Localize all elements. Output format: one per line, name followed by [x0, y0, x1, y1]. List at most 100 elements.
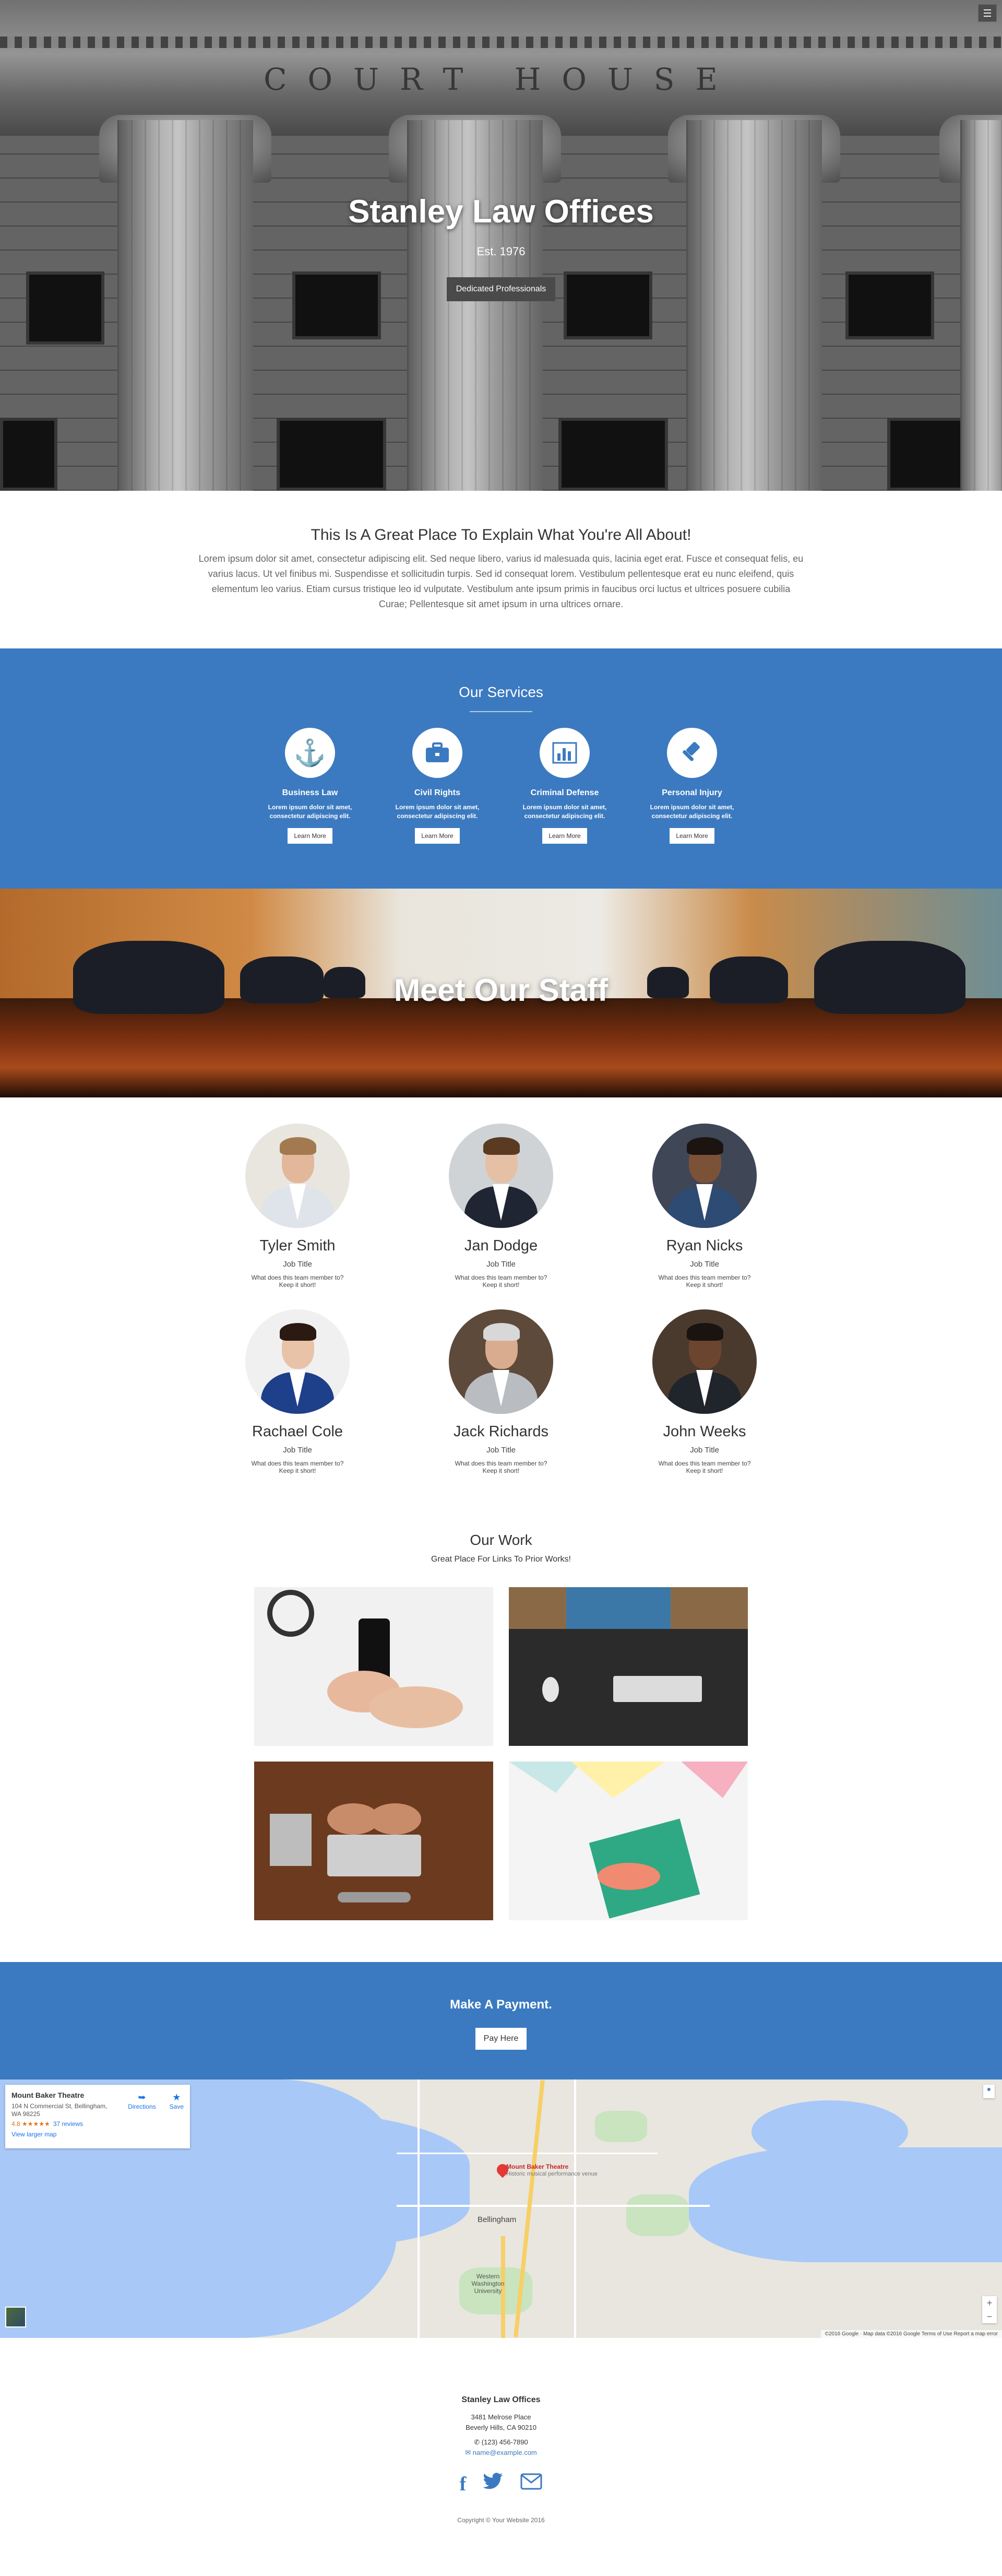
staff-bio: What does this team member to? Keep it s…	[658, 1274, 751, 1289]
staff-bio: What does this team member to? Keep it s…	[455, 1460, 547, 1474]
footer-address: 3481 Melrose Place Beverly Hills, CA 902…	[466, 2413, 536, 2431]
staff-name: Ryan Nicks	[666, 1237, 743, 1254]
learn-more-button[interactable]: Learn More	[670, 828, 714, 844]
work-heading: Our Work	[470, 1532, 532, 1548]
zoom-in-button[interactable]: +	[982, 2296, 997, 2310]
payment-section: Make A Payment. Pay Here	[0, 1962, 1002, 2079]
hero-content: Stanley Law Offices Est. 1976 Dedicated …	[0, 193, 1002, 301]
work-item-desk-keyboard[interactable]	[509, 1587, 748, 1746]
service-business-law: ⚓ Business Law Lorem ipsum dolor sit ame…	[263, 728, 357, 844]
learn-more-button[interactable]: Learn More	[542, 828, 587, 844]
service-text: Lorem ipsum dolor sit amet, consectetur …	[522, 803, 607, 820]
star-icon: ★	[172, 2092, 181, 2102]
staff-bio: What does this team member to? Keep it s…	[658, 1460, 751, 1474]
facebook-icon[interactable]: f	[460, 2473, 467, 2496]
envelope-icon: ✉	[465, 2449, 473, 2456]
hamburger-icon	[984, 16, 991, 17]
place-address: 104 N Commercial St, Bellingham, WA 9822…	[11, 2102, 108, 2118]
view-larger-map-link[interactable]: View larger map	[11, 2131, 184, 2138]
map-street	[397, 2205, 710, 2207]
map-attribution: ©2016 Google · Map data ©2016 Google Ter…	[820, 2330, 1002, 2338]
zoom-control: + −	[982, 2296, 997, 2323]
avatar	[449, 1124, 553, 1228]
email-icon[interactable]	[520, 2473, 542, 2496]
intro-heading: This Is A Great Place To Explain What Yo…	[311, 526, 691, 543]
staff-role: Job Title	[486, 1446, 516, 1455]
learn-more-button[interactable]: Learn More	[288, 828, 332, 844]
directions-button[interactable]: ➥ Directions	[128, 2092, 156, 2110]
social-links: f	[0, 2473, 1002, 2496]
twitter-icon[interactable]	[483, 2473, 504, 2496]
service-text: Lorem ipsum dolor sit amet, consectetur …	[650, 803, 734, 820]
service-title: Personal Injury	[662, 788, 722, 797]
staff-section: Tyler Smith Job Title What does this tea…	[0, 1097, 1002, 1511]
staff-member: Jack Richards Job Title What does this t…	[449, 1309, 553, 1474]
anchor-icon: ⚓	[285, 728, 335, 778]
service-title: Civil Rights	[414, 788, 460, 797]
map-park	[626, 2194, 689, 2236]
work-item-phone[interactable]	[254, 1587, 493, 1746]
footer-company-name: Stanley Law Offices	[461, 2395, 541, 2404]
map-embed[interactable]: Mount Baker Theatre Historic musical per…	[0, 2079, 1002, 2338]
work-grid	[0, 1587, 1002, 1920]
map-pin-label: Mount Baker Theatre Historic musical per…	[506, 2163, 598, 2177]
satellite-toggle[interactable]	[5, 2307, 26, 2327]
services-heading: Our Services	[459, 684, 543, 700]
service-criminal-defense: Criminal Defense Lorem ipsum dolor sit a…	[518, 728, 612, 844]
place-card: Mount Baker Theatre 104 N Commercial St,…	[5, 2085, 190, 2148]
service-grid: ⚓ Business Law Lorem ipsum dolor sit ame…	[0, 728, 1002, 844]
pay-here-button[interactable]: Pay Here	[475, 2028, 527, 2050]
staff-bio: What does this team member to? Keep it s…	[455, 1274, 547, 1289]
avatar	[449, 1309, 553, 1414]
staff-role: Job Title	[283, 1446, 312, 1455]
learn-more-button[interactable]: Learn More	[415, 828, 460, 844]
staff-name: Jack Richards	[453, 1423, 549, 1440]
service-civil-rights: Civil Rights Lorem ipsum dolor sit amet,…	[390, 728, 484, 844]
map-university-label: Western Washington University	[471, 2273, 505, 2295]
staff-role: Job Title	[690, 1446, 719, 1455]
staff-member: Rachael Cole Job Title What does this te…	[245, 1309, 350, 1474]
work-item-typing[interactable]	[254, 1762, 493, 1920]
staff-role: Job Title	[283, 1260, 312, 1269]
footer-phone: ✆ (123) 456-7890	[474, 2438, 528, 2446]
street-view-icon[interactable]: ●	[983, 2085, 995, 2098]
bar-chart-icon	[540, 728, 590, 778]
zoom-out-button[interactable]: −	[982, 2310, 997, 2323]
footer-email-link[interactable]: ✉ name@example.com	[0, 2449, 1002, 2457]
staff-name: Rachael Cole	[252, 1423, 343, 1440]
services-section: Our Services ⚓ Business Law Lorem ipsum …	[0, 648, 1002, 889]
menu-toggle-button[interactable]	[978, 4, 997, 22]
staff-member: John Weeks Job Title What does this team…	[652, 1309, 757, 1474]
map-water	[689, 2147, 1002, 2262]
staff-bio: What does this team member to? Keep it s…	[251, 1460, 344, 1474]
avatar	[652, 1309, 757, 1414]
hamburger-icon	[984, 9, 991, 10]
reviews-link[interactable]: 37 reviews	[53, 2120, 83, 2128]
intro-body: Lorem ipsum dolor sit amet, consectetur …	[198, 553, 804, 609]
work-section: Our Work Great Place For Links To Prior …	[0, 1511, 1002, 1962]
service-text: Lorem ipsum dolor sit amet, consectetur …	[395, 803, 480, 820]
intro-section: This Is A Great Place To Explain What Yo…	[0, 491, 1002, 648]
service-title: Business Law	[282, 788, 338, 797]
phone-icon: ✆	[474, 2438, 482, 2446]
staff-role: Job Title	[690, 1260, 719, 1269]
work-subheading: Great Place For Links To Prior Works!	[431, 1555, 571, 1564]
staff-member: Jan Dodge Job Title What does this team …	[449, 1124, 553, 1289]
site-title: Stanley Law Offices	[348, 194, 654, 230]
dedicated-professionals-button[interactable]: Dedicated Professionals	[446, 277, 556, 301]
directions-icon: ➥	[138, 2092, 146, 2102]
payment-heading: Make A Payment.	[450, 1998, 552, 2012]
place-actions: ➥ Directions ★ Save	[128, 2092, 184, 2110]
work-item-crafts[interactable]	[509, 1762, 748, 1920]
save-button[interactable]: ★ Save	[170, 2092, 184, 2110]
avatar	[245, 1309, 350, 1414]
hamburger-icon	[984, 13, 991, 14]
service-personal-injury: Personal Injury Lorem ipsum dolor sit am…	[645, 728, 739, 844]
staff-name: Jan Dodge	[464, 1237, 538, 1254]
meet-our-staff-heading: Meet Our Staff	[393, 973, 609, 1008]
service-title: Criminal Defense	[530, 788, 599, 797]
map-street	[418, 2079, 420, 2338]
staff-row: Rachael Cole Job Title What does this te…	[0, 1309, 1002, 1474]
staff-name: John Weeks	[663, 1423, 746, 1440]
staff-role: Job Title	[486, 1260, 516, 1269]
